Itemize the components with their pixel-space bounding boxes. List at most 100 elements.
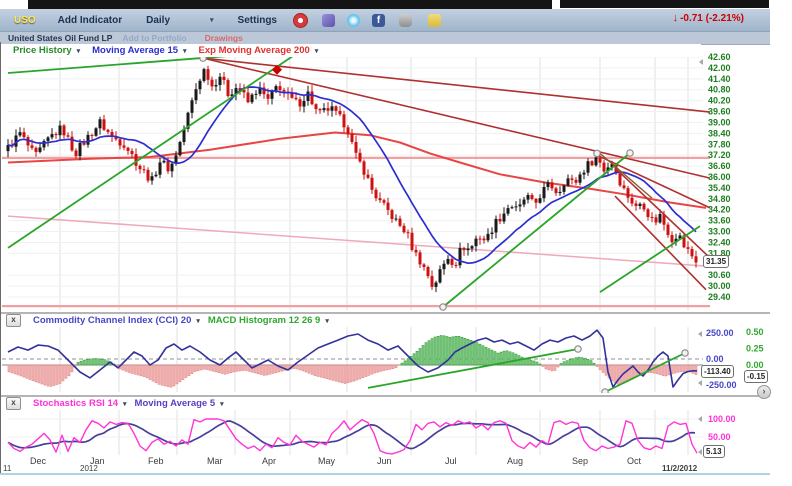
last-price-badge: 31.35	[703, 255, 729, 268]
scroll-right-button[interactable]: ›	[757, 385, 771, 399]
toolbar: USO Add Indicator Daily ▾ Settings f ↓-0…	[0, 9, 770, 32]
add-indicator-button[interactable]: Add Indicator	[58, 15, 122, 26]
cube-icon[interactable]	[322, 14, 335, 27]
chart-canvas: 42.6042.0041.4040.8040.2039.6039.0038.40…	[0, 0, 792, 486]
close-stoch-panel-button[interactable]: x	[6, 397, 21, 410]
svg-text:34.80: 34.80	[708, 194, 731, 204]
alerts-clock-icon[interactable]	[293, 13, 308, 28]
month-axis-label: Jul	[445, 456, 457, 466]
pink-trendline	[8, 216, 706, 266]
trendline-red	[203, 58, 710, 178]
macd-dropdown[interactable]: MACD Histogram 12 26 9	[208, 315, 320, 326]
svg-text:32.40: 32.40	[708, 238, 731, 248]
axis-scroll-arrow-icon[interactable]	[699, 59, 703, 65]
date-axis-label: 11	[3, 464, 11, 473]
drawing-handle-circle	[440, 304, 446, 310]
svg-text:0.00: 0.00	[746, 360, 764, 370]
facebook-icon[interactable]: f	[372, 14, 385, 27]
svg-text:37.80: 37.80	[708, 139, 731, 149]
svg-text:30.00: 30.00	[708, 281, 731, 291]
chevron-down-icon[interactable]: ▾	[210, 16, 214, 24]
chart-left-border	[0, 42, 1, 473]
svg-text:40.80: 40.80	[708, 85, 731, 95]
stoch-ma-line	[8, 421, 695, 449]
svg-text:29.40: 29.40	[708, 292, 731, 302]
month-axis-label: Apr	[262, 456, 276, 466]
svg-text:37.20: 37.20	[708, 150, 731, 160]
svg-text:39.00: 39.00	[708, 118, 731, 128]
chevron-down-icon[interactable]: ▾	[220, 400, 224, 408]
chevron-down-icon[interactable]: ▾	[325, 317, 329, 325]
ma5-dropdown[interactable]: Moving Average 5	[135, 398, 216, 409]
date-axis-label: 11/2/2012	[662, 464, 697, 473]
macd-value-badge: -0.15	[744, 370, 768, 383]
svg-text:100.00: 100.00	[708, 414, 736, 424]
macd-histogram	[8, 336, 697, 388]
cci-dropdown[interactable]: Commodity Channel Index (CCI) 20	[33, 315, 191, 326]
svg-text:0.00: 0.00	[706, 354, 724, 364]
svg-text:34.20: 34.20	[708, 205, 731, 215]
date-axis-label: 2012	[80, 464, 98, 473]
svg-text:42.60: 42.60	[708, 52, 731, 62]
stoch-panel-legend: x Stochastics RSI 14 ▾ Moving Average 5 …	[0, 397, 700, 410]
down-arrow-icon: ↓	[673, 12, 679, 24]
axis-scroll-arrow-icon[interactable]	[698, 416, 702, 422]
svg-text:39.60: 39.60	[708, 107, 731, 117]
time-axis: DecJanFebMarAprMayJunJulAugSepOct1120121…	[0, 455, 770, 473]
svg-text:40.20: 40.20	[708, 96, 731, 106]
price-panel-plot	[2, 50, 710, 310]
change-value: -0.71 (-2.21%)	[680, 13, 744, 24]
ema200-dropdown[interactable]: Exp Moving Average 200	[199, 45, 310, 56]
symbol-label[interactable]: USO	[14, 15, 36, 26]
month-axis-label: Jun	[377, 456, 392, 466]
chevron-down-icon[interactable]: ▾	[315, 47, 319, 55]
svg-text:0.50: 0.50	[746, 327, 764, 337]
chevron-down-icon[interactable]: ▾	[123, 400, 127, 408]
month-axis-label: Aug	[507, 456, 523, 466]
cci-panel-plot	[2, 330, 703, 395]
drawings-link[interactable]: Drawings	[205, 33, 243, 43]
price-panel-legend: Price History ▾ Moving Average 15 ▾ Exp …	[1, 44, 701, 57]
drawing-handle-circle	[594, 150, 600, 156]
svg-text:35.40: 35.40	[708, 183, 731, 193]
price-history-dropdown[interactable]: Price History	[13, 45, 72, 56]
stoch-axis-labels: 100.0050.00	[708, 414, 736, 442]
svg-text:33.00: 33.00	[708, 227, 731, 237]
drawing-handle-circle	[627, 150, 633, 156]
month-axis-label: Feb	[148, 456, 164, 466]
add-to-portfolio-link[interactable]: Add to Portfolio	[122, 33, 186, 43]
cci-panel-legend: x Commodity Channel Index (CCI) 20 ▾ MAC…	[0, 314, 700, 327]
axis-scroll-arrow-icon[interactable]	[698, 331, 702, 337]
settings-button[interactable]: Settings	[238, 15, 277, 26]
ma15-dropdown[interactable]: Moving Average 15	[92, 45, 178, 56]
month-axis-label: Mar	[207, 456, 223, 466]
axis-scroll-arrow-icon[interactable]	[698, 449, 702, 455]
trendline-green	[443, 153, 630, 307]
cci-axis-labels: 250.000.00-250.00	[706, 328, 737, 390]
cci-value-badge: -113.40	[701, 365, 734, 378]
stochrsi-line	[8, 419, 697, 454]
drawing-handle-circle	[575, 346, 581, 352]
chevron-down-icon[interactable]: ▾	[183, 47, 187, 55]
svg-text:36.60: 36.60	[708, 161, 731, 171]
month-gridlines	[60, 48, 688, 455]
twitter-icon[interactable]	[347, 14, 360, 27]
charting-app-window: USO Add Indicator Daily ▾ Settings f ↓-0…	[0, 0, 792, 486]
camera-snapshot-icon[interactable]	[399, 14, 412, 27]
svg-text:0.25: 0.25	[746, 344, 764, 354]
chat-icon[interactable]	[428, 14, 441, 27]
axis-scroll-arrow-icon[interactable]	[698, 380, 702, 386]
close-cci-panel-button[interactable]: x	[6, 314, 21, 327]
fund-name-label: United States Oil Fund LP	[8, 33, 112, 43]
svg-text:30.60: 30.60	[708, 270, 731, 280]
svg-text:38.40: 38.40	[708, 128, 731, 138]
macd-axis-labels: 0.50 0.25 0.00	[746, 327, 764, 370]
period-dropdown[interactable]: Daily	[146, 15, 170, 26]
month-axis-label: Sep	[572, 456, 588, 466]
chevron-down-icon[interactable]: ▾	[196, 317, 200, 325]
ma15-line	[8, 87, 696, 263]
stoch-rsi-dropdown[interactable]: Stochastics RSI 14	[33, 398, 118, 409]
chevron-down-icon[interactable]: ▾	[77, 47, 81, 55]
month-axis-label: May	[318, 456, 335, 466]
drawing-handle-circle	[682, 350, 688, 356]
